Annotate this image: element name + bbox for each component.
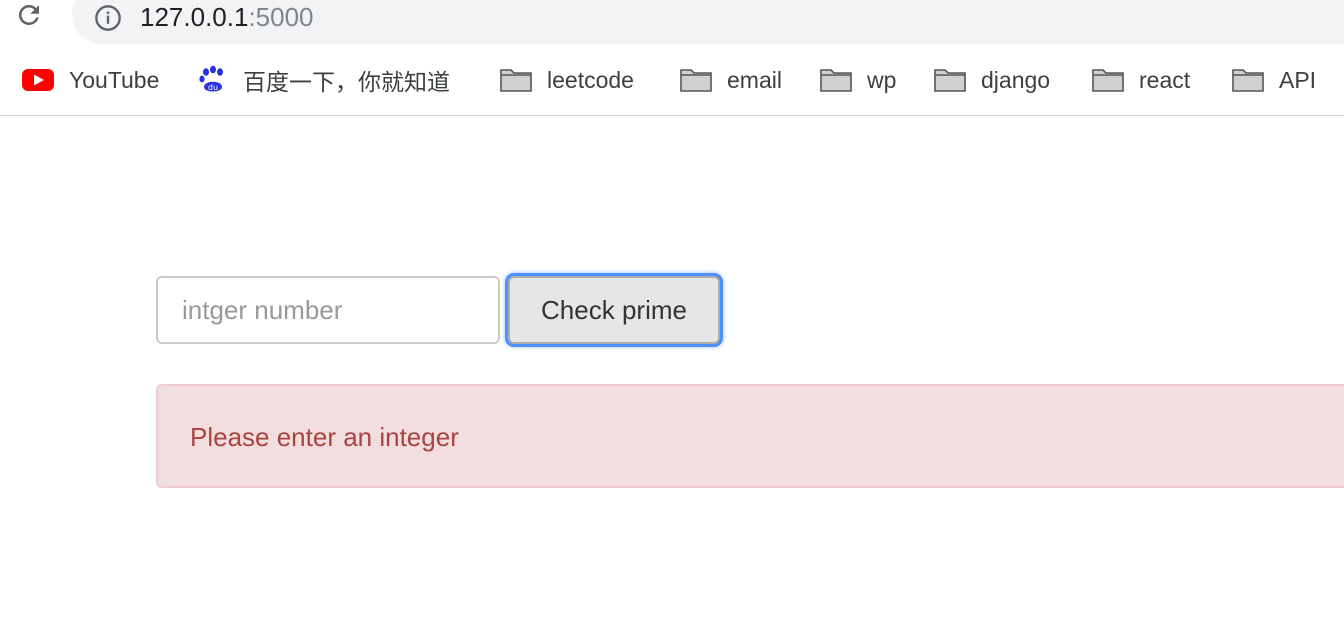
folder-icon <box>500 67 532 93</box>
bookmark-label: YouTube <box>69 66 160 93</box>
bookmark-youtube[interactable]: YouTube <box>22 58 159 102</box>
bookmarks-bar: YouTube du 百度一下，你就知道 leetcode email wp d… <box>0 58 1344 102</box>
url-text[interactable]: 127.0.0.1:5000 <box>140 2 314 32</box>
youtube-icon <box>22 68 54 92</box>
bookmark-label: 百度一下，你就知道 <box>243 69 450 95</box>
info-icon[interactable] <box>94 4 122 32</box>
folder-icon <box>934 67 966 93</box>
bookmark-folder-wp[interactable]: wp <box>820 58 896 102</box>
folder-icon <box>1232 67 1264 93</box>
reload-button[interactable] <box>12 2 46 32</box>
error-alert: Please enter an integer <box>156 384 1344 488</box>
bookmark-folder-django[interactable]: django <box>934 58 1050 102</box>
folder-icon <box>820 67 852 93</box>
bookmark-folder-api[interactable]: API <box>1232 58 1316 102</box>
browser-chrome: 127.0.0.1:5000 YouTube du 百度一下，你就知道 leet… <box>0 0 1344 116</box>
alert-message: Please enter an integer <box>190 422 459 452</box>
folder-icon <box>1092 67 1124 93</box>
url-host: 127.0.0.1 <box>140 2 249 32</box>
url-port: :5000 <box>248 2 314 32</box>
bookmark-label: email <box>727 66 782 93</box>
bookmark-folder-react[interactable]: react <box>1092 58 1190 102</box>
bookmark-folder-email[interactable]: email <box>680 58 782 102</box>
bookmark-label: wp <box>867 66 897 93</box>
bookmark-label: leetcode <box>547 66 634 93</box>
bookmark-baidu[interactable]: du 百度一下，你就知道 <box>198 58 450 102</box>
bookmark-label: react <box>1139 66 1191 93</box>
address-bar[interactable]: 127.0.0.1:5000 <box>72 0 1344 44</box>
reload-icon <box>14 0 44 35</box>
baidu-paw-icon: du <box>198 65 228 95</box>
bookmark-folder-leetcode[interactable]: leetcode <box>500 58 634 102</box>
folder-icon <box>680 67 712 93</box>
svg-text:du: du <box>208 83 218 92</box>
bookmark-label: API <box>1279 66 1317 93</box>
bookmark-label: django <box>981 66 1051 93</box>
check-prime-button[interactable]: Check prime <box>508 276 720 344</box>
integer-input[interactable] <box>156 276 500 344</box>
